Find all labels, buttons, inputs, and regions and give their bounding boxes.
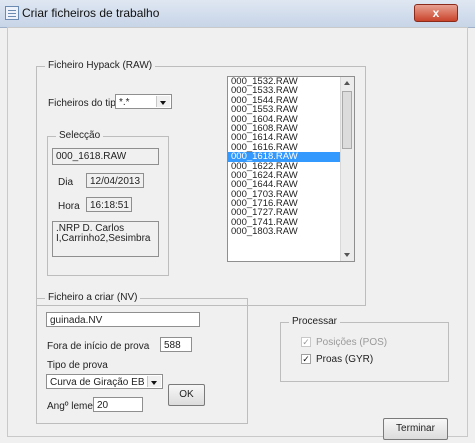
- positions-checkbox: ✓: [301, 337, 311, 347]
- window-title: Criar ficheiros de trabalho: [22, 6, 160, 20]
- dialog-body: Ficheiro Hypack (RAW) Ficheiros do tipo …: [7, 27, 468, 440]
- day-label: Dia: [58, 177, 74, 188]
- nv-file-group-legend: Ficheiro a criar (NV): [45, 292, 141, 303]
- nv-filename-input[interactable]: guinada.NV: [46, 312, 200, 327]
- selected-filename-field: 000_1618.RAW: [52, 148, 159, 165]
- scroll-thumb[interactable]: [342, 91, 352, 149]
- test-type-value: Curva de Giração EB: [50, 377, 145, 388]
- out-of-test-label: Fora de início de prova: [47, 341, 150, 352]
- raw-file-list[interactable]: 000_1532.RAW 000_1533.RAW 000_1544.RAW 000_…: [227, 76, 355, 262]
- selection-group-legend: Selecção: [56, 130, 104, 141]
- positions-label: Posições (POS): [316, 337, 388, 348]
- bows-label[interactable]: Proas (GYR): [316, 354, 373, 365]
- file-type-value: *.*: [119, 97, 130, 108]
- scroll-down-icon[interactable]: [344, 253, 350, 257]
- finish-button[interactable]: Terminar: [383, 418, 448, 440]
- day-field: 12/04/2013: [86, 173, 144, 188]
- hour-label: Hora: [58, 201, 80, 212]
- raw-file-group: Ficheiro Hypack (RAW) Ficheiros do tipo …: [36, 60, 366, 306]
- out-of-test-input[interactable]: 588: [160, 337, 192, 352]
- file-list-item[interactable]: 000_1803.RAW: [228, 227, 354, 237]
- test-type-label: Tipo de prova: [47, 360, 108, 371]
- nv-file-group: Ficheiro a criar (NV) guinada.NV Fora de…: [36, 292, 248, 424]
- process-group: Processar ✓ Posições (POS) ✓ Proas (GYR): [280, 316, 449, 382]
- file-type-label: Ficheiros do tipo: [48, 98, 122, 109]
- chevron-down-icon[interactable]: [156, 96, 170, 107]
- rudder-angle-input[interactable]: 20: [93, 397, 143, 412]
- note-field: .NRP D. Carlos I,Carrinho2,Sesimbra: [52, 221, 159, 257]
- rudder-angle-label: Angº leme: [47, 401, 93, 412]
- scroll-up-icon[interactable]: [344, 81, 350, 85]
- test-type-select[interactable]: Curva de Giração EB: [46, 374, 163, 389]
- selection-group: Selecção 000_1618.RAW Dia 12/04/2013 Hor…: [47, 130, 169, 276]
- file-type-select[interactable]: *.*: [115, 94, 172, 109]
- chevron-down-icon[interactable]: [147, 376, 161, 387]
- hour-field: 16:18:51: [86, 197, 132, 212]
- bows-checkbox[interactable]: ✓: [301, 354, 311, 364]
- ok-button[interactable]: OK: [168, 384, 205, 406]
- app-icon: [5, 6, 19, 20]
- raw-file-group-legend: Ficheiro Hypack (RAW): [45, 60, 156, 71]
- file-list-scrollbar[interactable]: [340, 77, 354, 261]
- close-button[interactable]: x: [414, 4, 458, 22]
- title-bar: Criar ficheiros de trabalho x: [0, 0, 475, 28]
- process-group-legend: Processar: [289, 316, 341, 327]
